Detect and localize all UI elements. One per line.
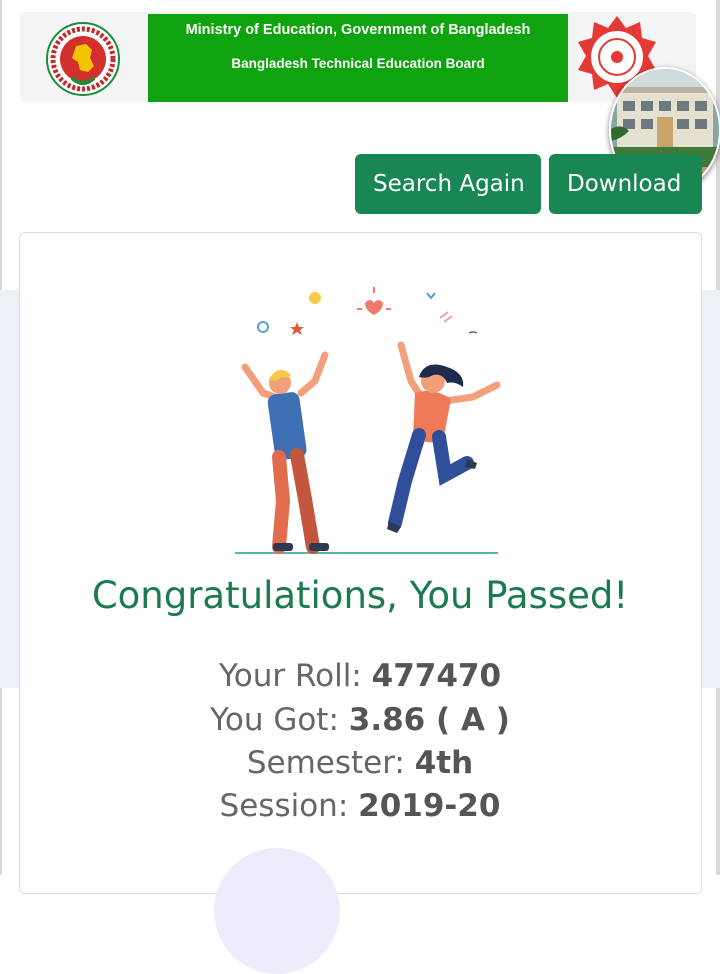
gpa-label: You Got: bbox=[210, 702, 339, 738]
gpa-value: 3.86 ( A ) bbox=[348, 702, 510, 738]
semester-value: 4th bbox=[414, 745, 474, 781]
header-banner: Ministry of Education, Government of Ban… bbox=[148, 14, 568, 102]
ministry-title: Ministry of Education, Government of Ban… bbox=[185, 22, 531, 38]
roll-label: Your Roll: bbox=[218, 658, 362, 694]
roll-value: 477470 bbox=[371, 658, 502, 694]
gpa-row: You Got: 3.86 ( A ) bbox=[0, 702, 720, 738]
session-row: Session: 2019-20 bbox=[0, 788, 720, 824]
search-again-button[interactable]: Search Again bbox=[355, 154, 541, 214]
session-value: 2019-20 bbox=[358, 788, 501, 824]
celebration-illustration bbox=[235, 287, 501, 554]
congratulations-message: Congratulations, You Passed! bbox=[91, 574, 629, 617]
roll-row: Your Roll: 477470 bbox=[0, 658, 720, 694]
download-button[interactable]: Download bbox=[549, 154, 702, 214]
semester-label: Semester: bbox=[246, 745, 405, 781]
board-title: Bangladesh Technical Education Board bbox=[231, 56, 485, 71]
header: Ministry of Education, Government of Ban… bbox=[20, 12, 696, 102]
semester-row: Semester: 4th bbox=[0, 745, 720, 781]
decorative-circle bbox=[214, 848, 340, 974]
bangladesh-govt-seal-icon bbox=[46, 22, 120, 96]
session-label: Session: bbox=[219, 788, 349, 824]
